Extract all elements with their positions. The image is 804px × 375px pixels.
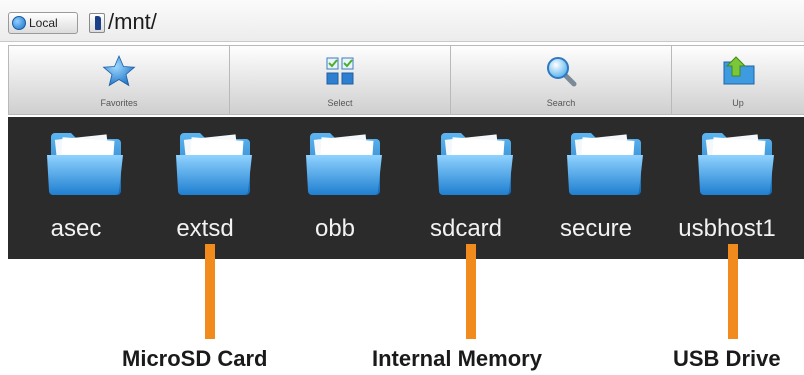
- annotation-caption: MicroSD Card: [122, 346, 268, 371]
- folder-name: sdcard: [429, 215, 503, 242]
- search-label: Search: [546, 98, 576, 108]
- favorites-label: Favorites: [100, 98, 138, 108]
- toolbar: Favorites Select Search Up: [8, 45, 804, 115]
- folder-icon: [304, 125, 384, 199]
- folder-icon: [45, 125, 125, 199]
- up-button[interactable]: Up: [671, 45, 804, 115]
- select-button[interactable]: Select: [229, 45, 450, 115]
- folder-icon: [696, 125, 776, 199]
- file-grid: asec extsd obb sdcard secure usbhost1: [8, 117, 804, 259]
- folder-icon: [435, 125, 515, 199]
- folder-name: extsd: [176, 215, 234, 242]
- folder-name: obb: [314, 215, 356, 242]
- current-path: /mnt/: [108, 9, 157, 34]
- globe-icon: [12, 16, 26, 30]
- folder-name: secure: [559, 215, 633, 242]
- local-button-label: Local: [29, 16, 58, 30]
- sd-card-icon: [89, 13, 105, 33]
- folder-item[interactable]: usbhost1: [671, 125, 783, 255]
- path-bar: Local /mnt/: [0, 0, 804, 42]
- select-label: Select: [327, 98, 353, 108]
- local-button[interactable]: Local: [8, 12, 78, 34]
- folder-name: usbhost1: [678, 215, 776, 242]
- favorites-button[interactable]: Favorites: [8, 45, 229, 115]
- annotation-caption: USB Drive: [673, 346, 781, 371]
- folder-item[interactable]: obb: [279, 125, 391, 255]
- folder-item[interactable]: secure: [540, 125, 652, 255]
- star-icon: [102, 54, 136, 93]
- search-button[interactable]: Search: [450, 45, 671, 115]
- select-grid-icon: [323, 54, 357, 93]
- annotation-caption: Internal Memory: [372, 346, 542, 371]
- folder-item[interactable]: sdcard: [410, 125, 522, 255]
- folder-name: asec: [50, 215, 102, 242]
- folder-icon: [565, 125, 645, 199]
- up-label: Up: [732, 98, 744, 108]
- folder-up-icon: [718, 54, 758, 93]
- magnifier-icon: [544, 54, 578, 93]
- folder-icon: [174, 125, 254, 199]
- folder-item[interactable]: extsd: [149, 125, 261, 255]
- annotation-pointer: [466, 244, 476, 339]
- annotation-pointer: [728, 244, 738, 339]
- folder-item[interactable]: asec: [20, 125, 132, 255]
- annotation-pointer: [205, 244, 215, 339]
